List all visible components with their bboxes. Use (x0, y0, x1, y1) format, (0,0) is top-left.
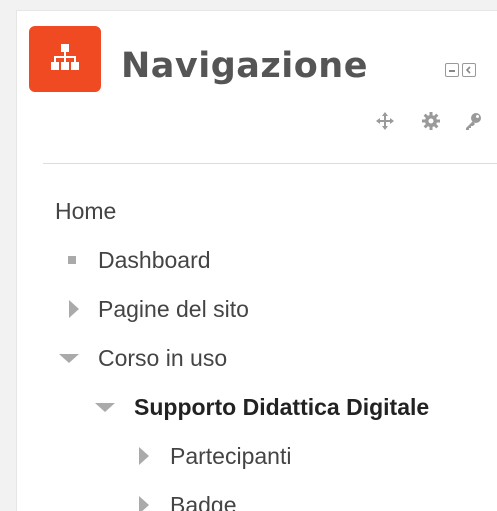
nav-item-dashboard[interactable]: Dashboard (68, 245, 211, 275)
nav-item-label: Supporto Didattica Digitale (134, 394, 430, 420)
nav-item-label: Dashboard (98, 247, 211, 273)
nav-item-label: Corso in uso (98, 345, 228, 371)
nav-item-label: Home (55, 198, 117, 224)
triangle-down-icon (95, 392, 117, 422)
triangle-down-icon (59, 343, 81, 373)
nav-item-home[interactable]: Home (55, 196, 116, 226)
nav-item-label: Badge (170, 492, 237, 511)
key-icon[interactable] (463, 111, 483, 131)
triangle-right-icon (68, 294, 86, 324)
nav-item-supporto-didattica-digitale[interactable]: Supporto Didattica Digitale (95, 392, 429, 422)
square-bullet-icon (68, 245, 86, 275)
move-icon[interactable] (375, 111, 395, 131)
header-divider (43, 163, 497, 164)
sitemap-icon (29, 26, 101, 92)
nav-item-label: Pagine del sito (98, 296, 249, 322)
triangle-right-icon (138, 441, 156, 471)
nav-item-label: Partecipanti (170, 443, 292, 469)
gear-icon[interactable] (421, 111, 441, 131)
minimize-block-icon[interactable] (445, 63, 459, 77)
nav-item-corso-in-uso[interactable]: Corso in uso (59, 343, 227, 373)
nav-item-badge[interactable]: Badge (138, 490, 237, 511)
block-title: Navigazione (121, 46, 368, 86)
dock-block-icon[interactable] (462, 63, 476, 77)
nav-item-partecipanti[interactable]: Partecipanti (138, 441, 291, 471)
triangle-right-icon (138, 490, 156, 511)
nav-item-pagine-del-sito[interactable]: Pagine del sito (68, 294, 249, 324)
navigation-block: Navigazione Home Dashboard Pagine del si… (16, 10, 497, 511)
